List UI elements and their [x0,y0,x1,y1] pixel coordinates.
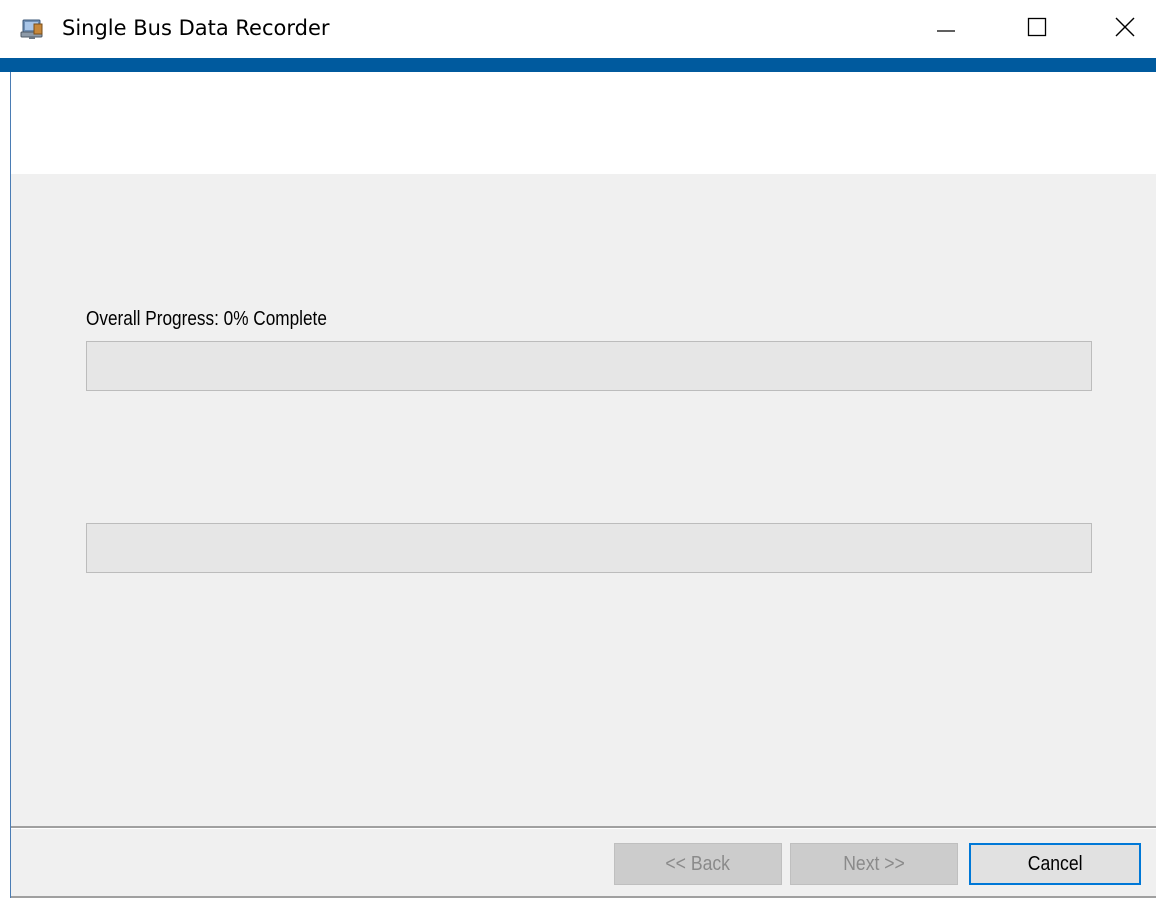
wizard-content-panel [11,174,1156,826]
next-button-label: Next >> [843,852,905,875]
overall-progress-label: Overall Progress: 0% Complete [86,308,327,330]
minimize-icon [936,17,956,42]
close-icon [1114,16,1136,43]
cancel-button-label: Cancel [1027,852,1083,875]
minimize-button[interactable] [915,0,977,58]
next-button[interactable]: Next >> [790,843,958,885]
installer-computer-icon [20,18,44,40]
step-progress-bar [86,523,1092,573]
back-button[interactable]: << Back [614,843,782,885]
close-button[interactable] [1094,0,1156,58]
window-title: Single Bus Data Recorder [62,16,330,40]
title-bar[interactable]: Single Bus Data Recorder [0,0,1156,58]
back-button-label: << Back [665,852,731,875]
cancel-button[interactable]: Cancel [969,843,1141,885]
wizard-header-banner [11,72,1156,174]
maximize-button[interactable] [1006,0,1068,58]
installer-window: Single Bus Data Recorder Overall Progres… [0,0,1156,898]
overall-progress-bar [86,341,1092,391]
maximize-icon [1027,17,1047,42]
title-accent-bar [0,58,1156,72]
